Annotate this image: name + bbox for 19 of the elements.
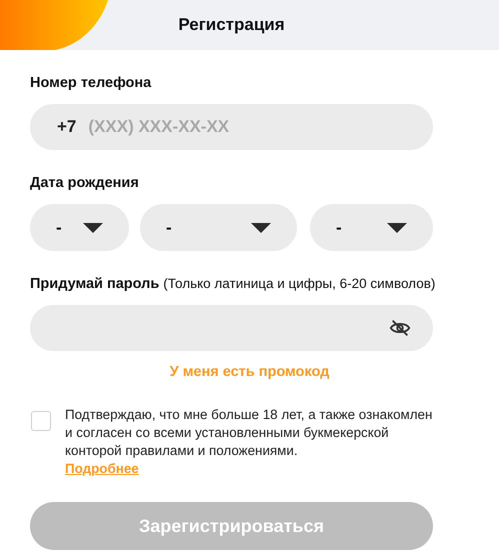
page-title: Регистрация: [178, 15, 285, 35]
caret-icon: [387, 222, 407, 232]
field-hint: (Только латиница и цифры, 6-20 символов): [163, 276, 436, 291]
date-select[interactable]: -: [310, 204, 433, 251]
phone-field[interactable]: +7 (XXX) XXX-XX-XX: [30, 104, 433, 150]
agreement-text: Подтверждаю, что мне больше 18 лет, а также ознакомлен и согласен со всеми установленными букмекерской конторой правилами и положениями.: [65, 406, 433, 460]
logo-blob-icon: [0, 0, 110, 50]
caret-icon: [251, 222, 271, 232]
field-label: Дата рождения: [30, 175, 140, 191]
date-select[interactable]: -: [30, 204, 129, 251]
field-label: Придумай пароль: [30, 276, 160, 292]
agree-checkbox[interactable]: [31, 411, 51, 431]
caret-icon: [83, 222, 103, 232]
date-select[interactable]: -: [140, 204, 297, 251]
phone-prefix: +7: [57, 117, 76, 137]
phone-placeholder: (XXX) XXX-XX-XX: [88, 117, 230, 137]
field-label: Номер телефона: [30, 75, 152, 91]
eye-hidden-icon[interactable]: [389, 317, 411, 339]
password-field[interactable]: [30, 305, 433, 351]
